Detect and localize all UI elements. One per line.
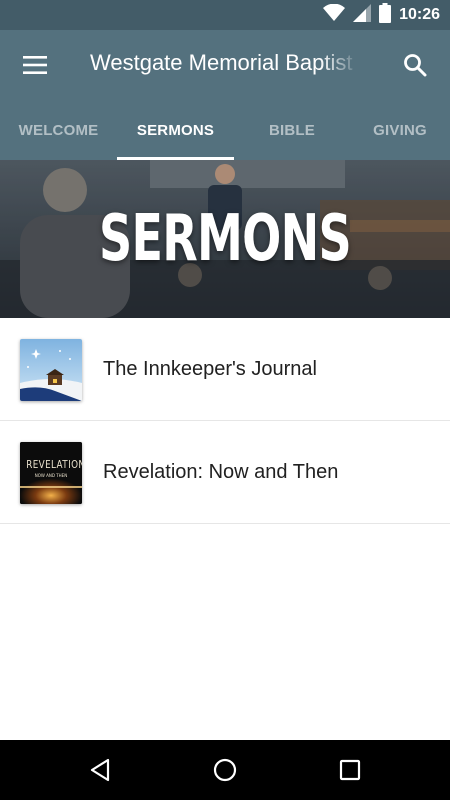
tab-giving[interactable]: GIVING [350,100,450,160]
tab-welcome[interactable]: WELCOME [0,100,117,160]
app-title: Westgate Memorial Baptist [90,50,353,75]
hamburger-menu-icon[interactable] [18,48,52,82]
status-icons: 10:26 [323,0,440,30]
wifi-icon [323,3,346,27]
thumb-subtitle-text: NOW AND THEN [34,473,68,478]
search-icon[interactable] [398,48,432,82]
tab-sermons[interactable]: SERMONS [117,100,234,160]
battery-icon [379,2,392,28]
tab-bible[interactable]: BIBLE [234,100,350,160]
sermon-title: Revelation: Now and Then [103,461,339,483]
sermon-title: The Innkeeper's Journal [103,358,317,380]
home-icon[interactable] [209,754,241,786]
status-time: 10:26 [399,6,440,23]
system-nav-bar [0,740,450,800]
banner-title: SERMONS [99,202,352,276]
tab-label: WELCOME [18,121,99,139]
sermon-list-item[interactable]: The Innkeeper's Journal [0,318,450,421]
back-icon[interactable] [84,754,116,786]
thumb-title-text: REVELATION [26,458,82,471]
revelation-series-thumbnail: REVELATION NOW AND THEN [20,442,82,504]
nativity-scene-thumbnail [20,339,82,401]
tab-label: SERMONS [136,121,215,139]
tab-bar: WELCOME SERMONS BIBLE GIVING [0,100,450,160]
app-bar: Westgate Memorial Baptist [0,30,450,100]
sermon-list: The Innkeeper's Journal REVELATION NOW A… [0,318,450,524]
cell-signal-icon [353,3,372,27]
status-bar: 10:26 [0,0,450,30]
tab-label: GIVING [373,121,427,139]
tab-label: BIBLE [269,121,315,139]
sermon-list-item[interactable]: REVELATION NOW AND THEN Revelation: Now … [0,421,450,524]
sermons-banner: SERMONS [0,160,450,318]
recents-icon[interactable] [334,754,366,786]
